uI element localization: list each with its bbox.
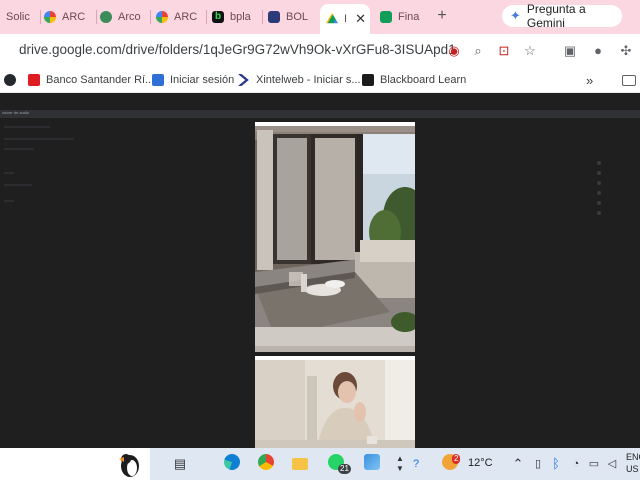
blackboard-icon — [362, 74, 374, 86]
volume-icon[interactable]: ◁ — [602, 454, 622, 474]
wifi-icon[interactable]: ◔ — [566, 454, 586, 474]
document-page-2[interactable] — [255, 356, 415, 448]
tab-active-label: I — [344, 13, 348, 25]
url-field[interactable]: drive.google.com/drive/folders/1qJeGr9G7… — [19, 42, 456, 57]
edge-icon[interactable] — [222, 454, 242, 474]
gemini-label: Pregunta a Gemini — [526, 2, 586, 30]
tab-0[interactable]: Solic — [2, 4, 40, 30]
folder-icon[interactable] — [622, 72, 640, 88]
taskbar-search[interactable] — [0, 448, 150, 480]
gemini-button[interactable]: ✦ Pregunta a Gemini — [502, 2, 622, 30]
tab-4[interactable]: b bpla — [212, 4, 262, 30]
weather-badge: 2 — [452, 454, 461, 464]
mail-icon — [152, 74, 164, 86]
temperature[interactable]: 12°C — [468, 457, 493, 469]
bookmark-label: Blackboard Learn — [380, 74, 467, 86]
install-app-icon[interactable]: ⊡ — [496, 43, 512, 59]
bookmark-label: Banco Santander Rí... — [46, 74, 155, 86]
file-explorer-icon[interactable] — [290, 454, 310, 474]
google-lens-icon[interactable]: ◉ — [446, 43, 462, 59]
tab-5[interactable]: BOL — [268, 4, 318, 30]
lang-region: US — [626, 464, 639, 474]
bluetooth-icon[interactable]: ᛒ — [546, 454, 566, 474]
tab-3-label: ARC — [174, 11, 198, 23]
gemini-spark-icon: ✦ — [510, 8, 521, 23]
photos-icon[interactable] — [362, 454, 382, 474]
google-icon — [156, 11, 168, 23]
chrome-icon[interactable] — [256, 454, 276, 474]
help-icon[interactable]: ? — [406, 454, 426, 474]
more-bookmarks-icon[interactable]: » — [586, 72, 593, 88]
globe-icon — [100, 11, 112, 23]
device-icon[interactable]: ▯ — [528, 454, 548, 474]
woman-kitchen-photo — [255, 356, 415, 448]
puffin-icon — [119, 454, 139, 477]
santander-icon — [28, 74, 40, 86]
viewer-title: voicer de audio — [2, 110, 30, 115]
bookmark-blackboard[interactable]: Blackboard Learn — [362, 72, 466, 88]
tab-1-label: ARC — [62, 11, 86, 23]
bookmarks-bar: Banco Santander Rí... Iniciar sesión Xin… — [0, 68, 640, 93]
bookmark-label: Iniciar sesión — [170, 74, 235, 86]
zoom-icon[interactable]: ⌕ — [470, 43, 486, 59]
tab-4-label: bpla — [230, 11, 251, 23]
task-view-icon[interactable]: ▤ — [170, 454, 190, 474]
whatsapp-icon[interactable]: 21 — [326, 454, 351, 474]
bookmark-xintelweb[interactable]: Xintelweb - Iniciar s... — [238, 72, 361, 88]
bookmark-github[interactable] — [4, 72, 22, 88]
extensions-icon[interactable]: ▣ — [562, 43, 578, 59]
tab-bar: Solic ARC Arco ARC b bpla BOL I ✕ Fina +… — [0, 0, 640, 34]
tab-2-label: Arco — [118, 11, 141, 23]
profile-icon[interactable]: ● — [590, 43, 606, 59]
tab-0-label: Solic — [6, 11, 30, 23]
apartment-terrace-photo — [255, 122, 415, 352]
b-icon: b — [212, 11, 224, 23]
puzzle-icon[interactable]: ✣ — [618, 43, 634, 59]
chevron-icon — [238, 74, 249, 86]
lang-code: ENG — [626, 452, 640, 462]
google-icon — [44, 11, 56, 23]
google-drive-icon — [326, 13, 338, 24]
tab-7-label: Fina — [398, 11, 420, 23]
tab-2[interactable]: Arco — [100, 4, 148, 30]
tab-7[interactable]: Fina — [380, 4, 430, 30]
tab-active[interactable]: I ✕ — [320, 4, 370, 34]
close-tab-icon[interactable]: ✕ — [355, 11, 366, 27]
address-bar: drive.google.com/drive/folders/1qJeGr9G7… — [0, 34, 640, 68]
file-viewer: voicer de audio — [0, 96, 640, 448]
tab-5-label: BOL — [286, 11, 309, 23]
viewer-header: voicer de audio — [0, 110, 640, 118]
shield-icon — [268, 11, 280, 23]
battery-icon[interactable]: ▭ — [584, 454, 604, 474]
chevron-up-icon[interactable]: ⌃ — [508, 454, 528, 474]
tab-1[interactable]: ARC — [44, 4, 94, 30]
new-tab-button[interactable]: + — [432, 6, 452, 26]
bookmark-label: Xintelweb - Iniciar s... — [256, 74, 361, 86]
sheet-icon — [380, 11, 392, 23]
github-icon — [4, 74, 16, 86]
whatsapp-badge: 21 — [338, 464, 351, 474]
document-page-1[interactable] — [255, 122, 415, 352]
weather-icon[interactable]: 2 — [440, 454, 461, 474]
bookmark-iniciar-sesion[interactable]: Iniciar sesión — [152, 72, 234, 88]
tab-3[interactable]: ARC — [156, 4, 206, 30]
bookmark-star-icon[interactable]: ☆ — [522, 43, 538, 59]
language-indicator[interactable]: ENG US — [626, 451, 640, 475]
bookmark-santander[interactable]: Banco Santander Rí... — [28, 72, 154, 88]
taskbar: ▤ 21 ▲▼ ? 2 12°C ⌃ ▯ ᛒ ◔ ▭ ◁ ENG US — [0, 448, 640, 480]
